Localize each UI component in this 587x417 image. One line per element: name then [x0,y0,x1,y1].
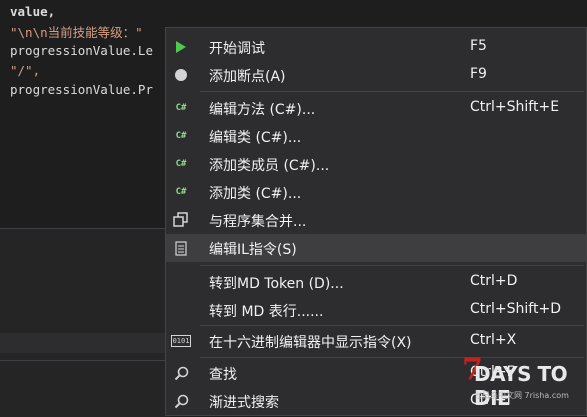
search-icon [172,364,190,382]
menu-separator [200,91,584,92]
csharp-icon: C# [175,131,187,141]
menu-item-shortcut: F9 [470,66,487,82]
hex-icon: 0101 [170,332,192,350]
menu-item-label: 转到MD Token (D)... [209,276,344,292]
menu-item-label: 渐进式搜索 [209,395,279,411]
menu-item-start-debugging[interactable]: 开始调试 F5 [166,33,586,61]
menu-item-label: 编辑IL指令(S) [209,242,297,258]
code-line: "\n\n当前技能等级：" [10,25,143,40]
menu-item-shortcut: Ctrl+Shift+E [470,99,560,115]
menu-item-label: 添加类 (C#)... [209,186,302,202]
menu-item-label: 编辑方法 (C#)... [209,102,316,118]
menu-item-label: 在十六进制编辑器中显示指令(X) [209,335,412,351]
menu-separator [200,265,584,266]
site-watermark-logo: 7 DAYS TO DIE 七日杀中文网 7risha.com [462,352,582,412]
menu-item-label: 与程序集合并... [209,214,307,230]
menu-item-shortcut: F5 [470,38,487,54]
code-line: value, [10,4,56,19]
menu-item-label: 查找 [209,367,237,383]
csharp-icon: C# [175,187,187,197]
menu-item-label: 开始调试 [209,41,265,57]
menu-item-edit-class[interactable]: C# 编辑类 (C#)... [166,122,586,150]
play-icon [172,38,190,56]
csharp-icon: C# [175,159,187,169]
watermark-subtitle: 七日杀中文网 7risha.com [474,391,569,400]
csharp-icon: C# [175,103,187,113]
watermark-title: DAYS TO DIE [474,362,568,410]
code-line: progressionValue.Le [10,43,153,58]
menu-item-edit-il-instructions[interactable]: 编辑IL指令(S) [166,234,586,262]
document-icon [172,239,190,257]
menu-item-edit-method[interactable]: C# 编辑方法 (C#)... Ctrl+Shift+E [166,94,586,122]
merge-icon [172,211,190,229]
menu-item-label: 添加断点(A) [209,69,286,85]
menu-item-add-class-member[interactable]: C# 添加类成员 (C#)... [166,150,586,178]
menu-separator [200,325,584,326]
code-line: progressionValue.Pr [10,82,153,97]
code-line: "/", [10,63,41,78]
menu-item-show-in-hex-editor[interactable]: 0101 在十六进制编辑器中显示指令(X) Ctrl+X [166,327,586,355]
menu-item-shortcut: Ctrl+Shift+D [470,301,561,317]
menu-item-add-breakpoint[interactable]: 添加断点(A) F9 [166,61,586,89]
menu-item-shortcut: Ctrl+X [470,332,517,348]
hex-icon-label: 0101 [170,335,192,347]
menu-item-label: 编辑类 (C#)... [209,130,302,146]
menu-item-goto-md-table-row[interactable]: 转到 MD 表行...... Ctrl+Shift+D [166,296,586,324]
menu-item-shortcut: Ctrl+D [470,273,518,289]
panel-tab-bar[interactable] [0,333,170,353]
menu-item-label: 添加类成员 (C#)... [209,158,330,174]
menu-item-label: 转到 MD 表行...... [209,304,324,320]
search-icon [172,392,190,410]
menu-item-add-class[interactable]: C# 添加类 (C#)... [166,178,586,206]
menu-item-merge-with-assembly[interactable]: 与程序集合并... [166,206,586,234]
divider [0,360,170,361]
menu-item-goto-md-token[interactable]: 转到MD Token (D)... Ctrl+D [166,268,586,296]
breakpoint-icon [172,66,190,84]
output-panel [0,228,170,417]
